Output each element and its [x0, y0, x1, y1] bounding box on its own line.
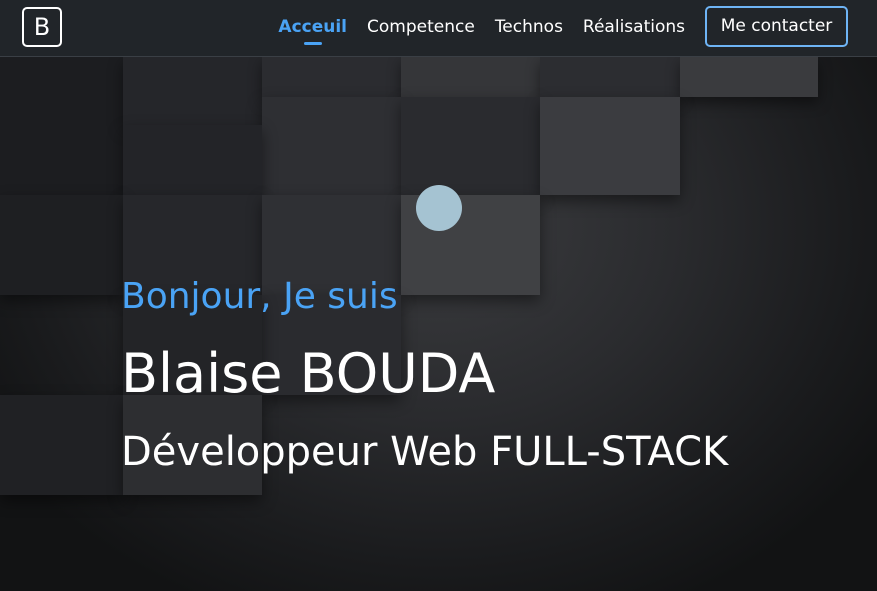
- background-tile: [262, 57, 401, 97]
- background-tile: [0, 57, 123, 195]
- nav-link-realisations[interactable]: Réalisations: [583, 17, 685, 37]
- hero-section: Bonjour, Je suis Blaise BOUDA Développeu…: [0, 57, 877, 591]
- background-tile: [123, 57, 262, 125]
- nav-links: Acceuil Competence Technos Réalisations: [258, 0, 685, 54]
- hero-role: Développeur Web FULL-STACK: [121, 429, 729, 475]
- background-tile: [0, 395, 123, 495]
- brand-logo[interactable]: B: [22, 7, 62, 47]
- background-tile: [123, 125, 262, 195]
- background-tile: [401, 97, 540, 195]
- background-tile: [540, 97, 680, 195]
- background-tile: [262, 97, 401, 195]
- nav-link-technos[interactable]: Technos: [495, 17, 563, 37]
- nav-link-acceuil[interactable]: Acceuil: [278, 17, 347, 37]
- hero-name: Blaise BOUDA: [121, 342, 496, 405]
- background-tile: [0, 195, 123, 295]
- navbar: B Acceuil Competence Technos Réalisation…: [0, 0, 877, 57]
- page: B Acceuil Competence Technos Réalisation…: [0, 0, 877, 591]
- contact-button[interactable]: Me contacter: [705, 6, 848, 47]
- hero-greeting: Bonjour, Je suis: [121, 276, 398, 317]
- background-tile: [680, 57, 818, 97]
- decorative-ball: [416, 185, 462, 231]
- background-tile: [540, 57, 680, 97]
- nav-link-competence[interactable]: Competence: [367, 17, 475, 37]
- background-tile: [401, 57, 540, 97]
